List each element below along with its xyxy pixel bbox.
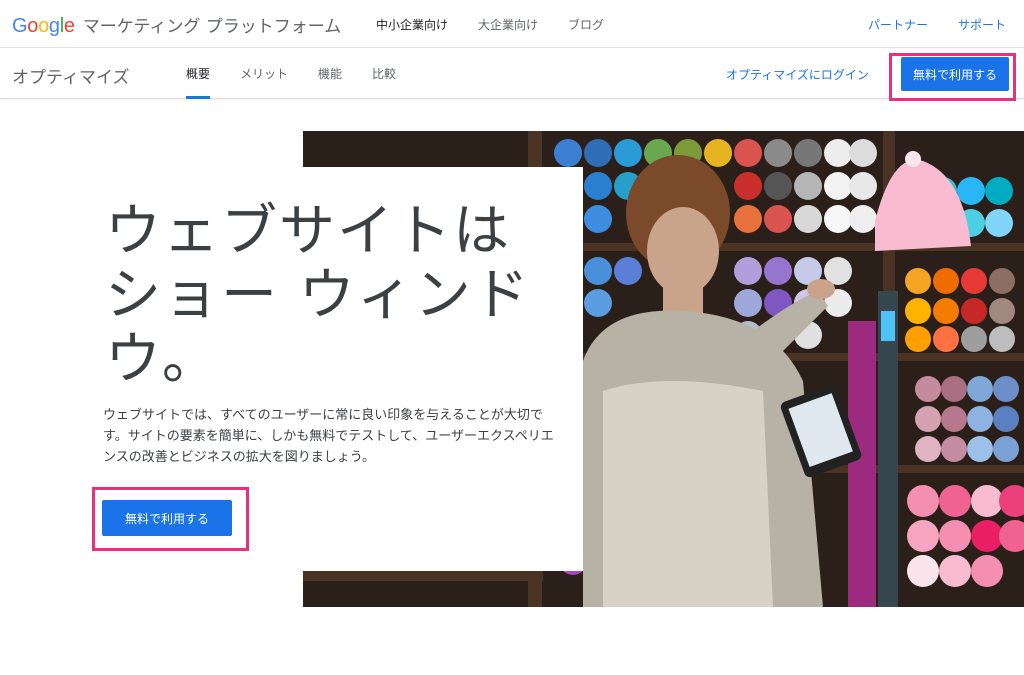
product-name[interactable]: オプティマイズ <box>12 63 129 88</box>
logo-letter: o <box>27 15 39 37</box>
headline-line-1: ウェブサイトは <box>105 199 511 264</box>
support-link[interactable]: サポート <box>958 16 1006 33</box>
try-free-button[interactable]: 無料で利用する <box>102 500 232 536</box>
hero-description: ウェブサイトでは、すべてのユーザーに常に良い印象を与えることが大切です。サイトの… <box>103 408 554 465</box>
logo-letter: G <box>12 15 28 37</box>
logo-letter: g <box>48 15 60 37</box>
brand-title[interactable]: マーケティング プラットフォーム <box>83 12 342 37</box>
hero-headline: ウェブサイトは ショー ウィンド ウ。 <box>105 200 565 392</box>
tab-benefits[interactable]: メリット <box>240 49 288 99</box>
top-nav: 中小企業向け 大企業向け ブログ <box>376 16 604 33</box>
logo-letter: e <box>63 15 75 37</box>
top-nav-enterprise[interactable]: 大企業向け <box>478 16 538 33</box>
top-nav-blog[interactable]: ブログ <box>568 16 604 33</box>
try-free-button-header[interactable]: 無料で利用する <box>901 57 1009 91</box>
top-right-links: パートナー サポート <box>868 16 1006 33</box>
partner-link[interactable]: パートナー <box>868 16 928 33</box>
top-nav-smb[interactable]: 中小企業向け <box>376 16 448 33</box>
brand[interactable]: Google マーケティング プラットフォーム <box>12 12 341 38</box>
product-nav: オプティマイズ 概要 メリット 機能 比較 オプティマイズにログイン <box>0 49 1024 99</box>
top-bar: Google マーケティング プラットフォーム 中小企業向け 大企業向け ブログ… <box>0 0 1024 48</box>
login-link[interactable]: オプティマイズにログイン <box>726 66 869 83</box>
tab-compare[interactable]: 比較 <box>372 49 396 99</box>
google-logo[interactable]: Google <box>12 15 75 38</box>
logo-letter: o <box>38 15 49 37</box>
headline-line-3: ウ。 <box>105 327 220 392</box>
tab-features[interactable]: 機能 <box>318 49 342 99</box>
product-tabs: 概要 メリット 機能 比較 <box>186 49 396 99</box>
headline-line-2: ショー ウィンド <box>105 263 531 328</box>
tab-overview[interactable]: 概要 <box>186 49 211 99</box>
